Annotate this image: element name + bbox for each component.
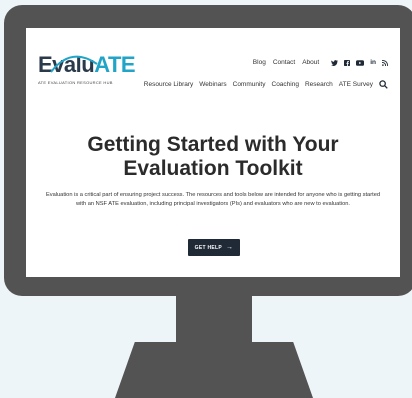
monitor-stand-neck bbox=[176, 294, 252, 344]
monitor-stand-base bbox=[115, 342, 313, 398]
hero-title: Getting Started with Your Evaluation Too… bbox=[87, 133, 339, 180]
logo-subtitle: ATE EVALUATION RESOURCE HUB bbox=[38, 80, 113, 85]
website-screen: EvaluATE ATE EVALUATION RESOURCE HUB Blo… bbox=[26, 28, 400, 277]
nav-link-blog[interactable]: Blog bbox=[253, 59, 266, 66]
linkedin-icon[interactable]: in bbox=[370, 59, 376, 66]
utility-nav: Blog Contact About in bbox=[253, 59, 388, 66]
arrow-right-icon: → bbox=[226, 244, 234, 251]
nav-link-about[interactable]: About bbox=[302, 59, 319, 66]
twitter-icon[interactable] bbox=[331, 59, 339, 66]
get-help-label: GET HELP bbox=[194, 244, 223, 251]
nav-item-resource-library[interactable]: Resource Library bbox=[144, 81, 194, 88]
rss-icon[interactable] bbox=[382, 59, 388, 66]
facebook-icon[interactable] bbox=[344, 59, 351, 66]
nav-item-coaching[interactable]: Coaching bbox=[272, 81, 299, 88]
get-help-button[interactable]: GET HELP → bbox=[188, 239, 240, 256]
monitor-bezel: EvaluATE ATE EVALUATION RESOURCE HUB Blo… bbox=[4, 5, 412, 296]
social-icons: in bbox=[331, 59, 388, 66]
nav-item-webinars[interactable]: Webinars bbox=[199, 81, 226, 88]
main-nav: Resource Library Webinars Community Coac… bbox=[144, 80, 388, 89]
nav-link-contact[interactable]: Contact bbox=[273, 59, 295, 66]
site-logo[interactable]: EvaluATE ATE EVALUATION RESOURCE HUB bbox=[38, 54, 136, 86]
nav-item-community[interactable]: Community bbox=[233, 81, 266, 88]
nav-item-research[interactable]: Research bbox=[305, 81, 333, 88]
nav-item-ate-survey[interactable]: ATE Survey bbox=[339, 81, 373, 88]
logo-swoosh-icon bbox=[50, 55, 98, 73]
youtube-icon[interactable] bbox=[356, 59, 365, 66]
hero-description: Evaluation is a critical part of ensurin… bbox=[45, 192, 381, 207]
search-icon[interactable] bbox=[379, 80, 388, 89]
